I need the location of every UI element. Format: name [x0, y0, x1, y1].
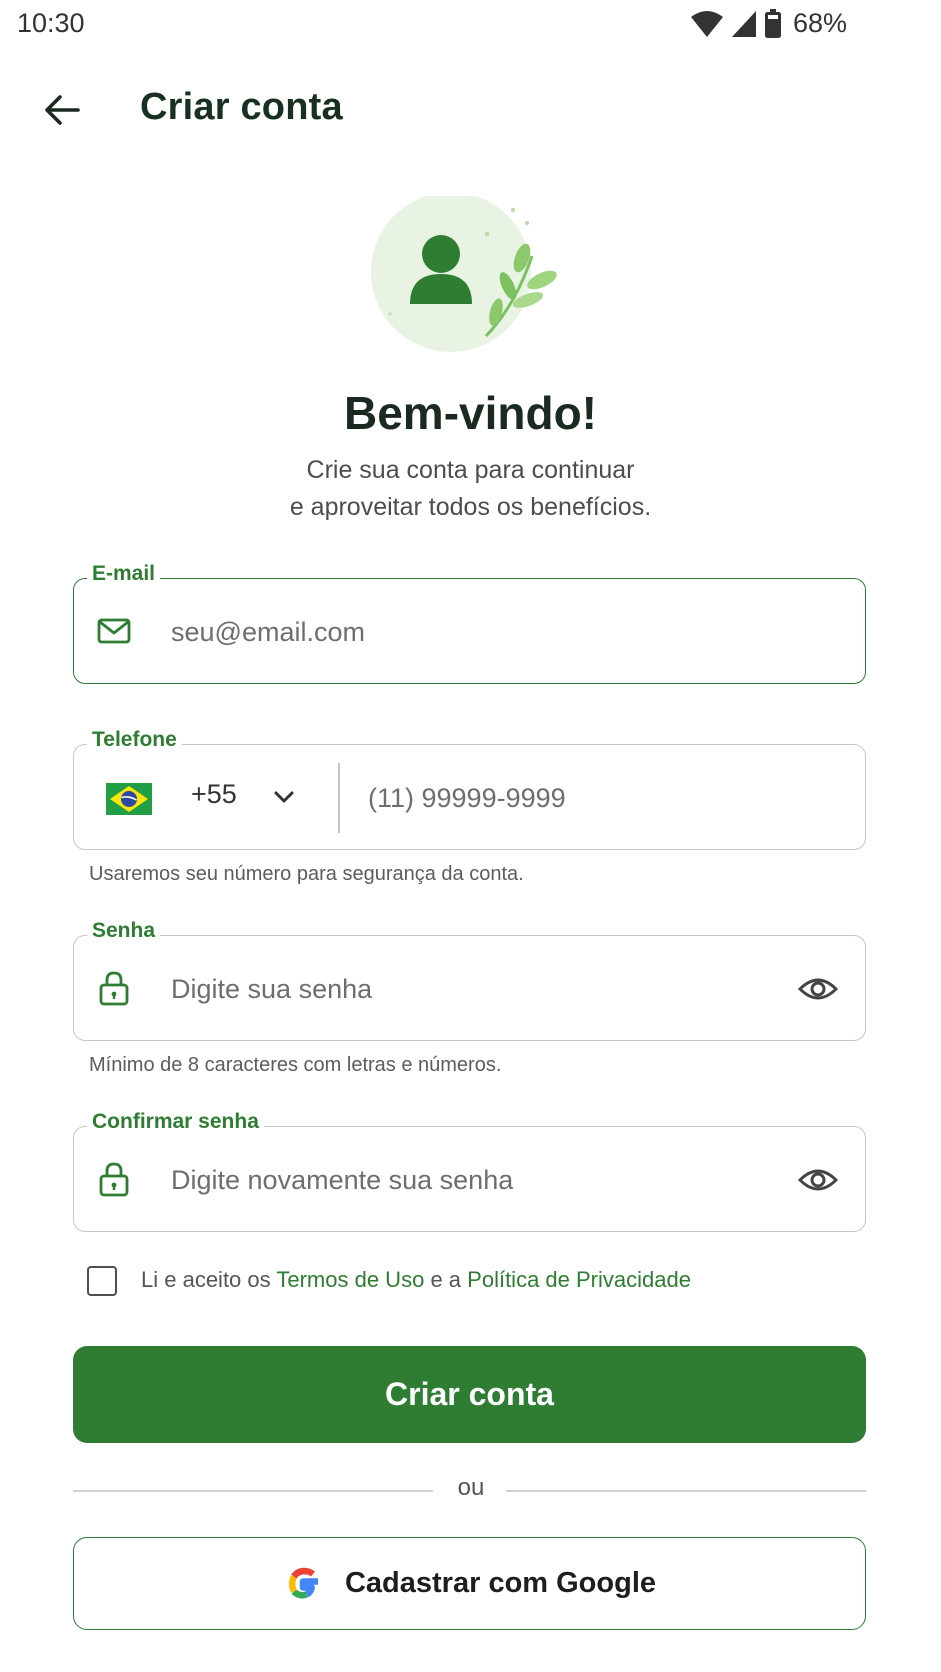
wifi-icon [691, 11, 723, 37]
phone-field[interactable]: Telefone +55 [73, 728, 866, 850]
divider-line-left [73, 1490, 433, 1492]
google-signup-button[interactable]: Cadastrar com Google [73, 1537, 866, 1630]
privacy-policy-link[interactable]: Política de Privacidade [467, 1267, 691, 1292]
email-input[interactable] [169, 606, 733, 658]
create-account-button[interactable]: Criar conta [73, 1346, 866, 1443]
welcome-heading: Bem-vindo! [344, 387, 597, 439]
status-icons [690, 6, 782, 42]
mail-icon [97, 618, 131, 644]
confirm-password-input[interactable] [169, 1154, 733, 1206]
subtitle-line-2: e aproveitar todos os benefícios. [289, 493, 652, 521]
welcome-subtitle: Crie sua conta para continuar e aproveit… [0, 452, 941, 526]
battery-icon [765, 9, 781, 38]
battery-percentage: 68% [793, 8, 848, 38]
chevron-down-icon [274, 791, 294, 803]
back-button[interactable] [34, 82, 90, 138]
phone-helper-text: Usaremos seu número para segurança da co… [89, 863, 524, 885]
subtitle-line-1: Crie sua conta para continuar [306, 456, 635, 484]
phone-input[interactable] [366, 772, 830, 824]
eye-icon[interactable] [797, 1159, 839, 1201]
signal-icon [732, 11, 756, 37]
lock-icon [99, 971, 129, 1006]
password-input[interactable] [169, 963, 733, 1015]
divider-line-right [506, 1490, 866, 1492]
password-field[interactable]: Senha [73, 919, 866, 1041]
eye-icon[interactable] [797, 968, 839, 1010]
email-label: E-mail [87, 562, 161, 586]
confirm-password-field[interactable]: Confirmar senha [73, 1110, 866, 1232]
terms-prefix: Li e aceito os [141, 1267, 271, 1292]
page-title: Criar conta [140, 86, 343, 128]
brazil-flag-icon [106, 783, 152, 815]
password-label: Senha [87, 919, 161, 943]
welcome-illustration [371, 196, 557, 352]
google-icon [288, 1567, 318, 1598]
confirm-password-label: Confirmar senha [87, 1110, 264, 1134]
terms-checkbox[interactable] [87, 1266, 117, 1296]
phone-label: Telefone [87, 728, 182, 752]
divider-text: ou [457, 1474, 485, 1501]
terms-of-use-link[interactable]: Termos de Uso [276, 1267, 424, 1292]
phone-divider [338, 763, 340, 833]
country-code: +55 [191, 779, 237, 809]
terms-middle: e a [430, 1267, 462, 1292]
google-signup-label: Cadastrar com Google [344, 1567, 657, 1599]
back-arrow-icon [45, 95, 80, 125]
status-time: 10:30 [17, 8, 85, 38]
email-field[interactable]: E-mail [73, 562, 866, 684]
terms-text: Li e aceito os Termos de Uso e a Polític… [141, 1267, 691, 1293]
password-helper-text: Mínimo de 8 caracteres com letras e núme… [89, 1054, 502, 1076]
lock-icon [99, 1162, 129, 1197]
